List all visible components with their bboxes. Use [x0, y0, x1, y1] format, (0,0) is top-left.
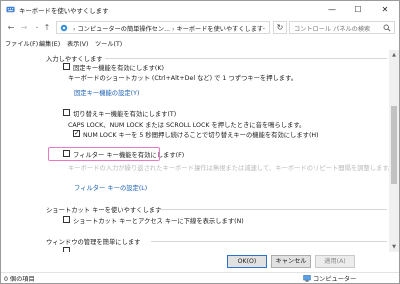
sticky-keys-label[interactable]: 固定キー機能を有効にします(K) — [73, 63, 164, 72]
search-placeholder: コントロール パネルの検索 — [294, 26, 371, 33]
sticky-keys-description: キーボードのショートカット (Ctrl+Alt+Del など) で 1 つずつキ… — [68, 75, 298, 82]
ok-button[interactable]: OK(O) — [227, 255, 267, 268]
chevron-down-icon[interactable]: ⌄ — [262, 25, 266, 31]
back-button[interactable]: ← — [5, 21, 17, 34]
address-field[interactable]: › コンピューターの簡単操作セン... › キーボードを使いやすくします ⌄ — [56, 21, 270, 34]
address-bar: ← → ⌄ ↑ › コンピューターの簡単操作セン... › キーボードを使いやすくしま… — [1, 19, 399, 36]
breadcrumb-separator-icon: › — [73, 26, 76, 33]
toggle-keys-label[interactable]: 切り替えキー機能を有効にします(T) — [73, 109, 176, 118]
section-heading-shortcuts: ショートカット キーを使いやすくします — [46, 207, 162, 214]
refresh-button[interactable]: ↻ — [273, 21, 287, 34]
section-heading-typing: 入力しやすくします — [46, 56, 103, 63]
breadcrumb-item[interactable]: コンピューターの簡単操作セン... — [77, 26, 170, 33]
section-heading-window: ウィンドウの管理を簡単にします — [46, 239, 141, 246]
menu-tools[interactable]: ツール(T) — [95, 39, 122, 48]
search-input[interactable]: コントロール パネルの検索 — [289, 21, 395, 34]
dialog-button-row: OK(O) キャンセル 適用(A) — [1, 253, 399, 272]
maximize-button[interactable]: ☐ — [345, 1, 371, 19]
sticky-keys-settings-link[interactable]: 固定キー機能の設定(Y) — [74, 88, 139, 97]
toggle-keys-description: CAPS LOCK、NUM LOCK または SCROLL LOCK を押したと… — [68, 122, 306, 129]
section-divider — [105, 58, 387, 59]
menu-edit[interactable]: 編集(E) — [39, 39, 60, 48]
item-count: 0 個の項目 — [4, 276, 35, 283]
section-divider — [151, 241, 387, 242]
underline-shortcuts-checkbox[interactable] — [63, 216, 70, 223]
window-option-checkbox[interactable] — [63, 247, 70, 252]
menu-bar: ファイル(F) 編集(E) 表示(V) ツール(T) — [1, 38, 399, 49]
focus-highlight — [48, 147, 160, 161]
close-button[interactable]: ✕ — [372, 1, 398, 19]
scroll-thumb[interactable] — [391, 106, 397, 184]
breadcrumb-item[interactable]: キーボードを使いやすくします — [177, 26, 264, 33]
breadcrumb-separator-icon: › — [172, 26, 175, 33]
scroll-down-icon[interactable]: ▼ — [389, 242, 399, 252]
underline-shortcuts-label[interactable]: ショートカット キーとアクセス キーに下線を表示します(N) — [73, 216, 244, 225]
toggle-keys-checkbox[interactable] — [63, 109, 70, 116]
keyboard-icon — [6, 6, 15, 13]
apply-button[interactable]: 適用(A) — [315, 255, 355, 268]
sticky-keys-checkbox[interactable] — [63, 63, 70, 70]
window-title: キーボードを使いやすくします — [19, 7, 109, 15]
scroll-up-icon[interactable]: ▲ — [389, 50, 399, 60]
breadcrumb: › コンピューターの簡単操作セン... › キーボードを使いやすくします — [71, 24, 263, 33]
status-location: コンピューター — [313, 276, 357, 283]
settings-content: 入力しやすくします 固定キー機能を有効にします(K) キーボードのショートカット… — [1, 50, 389, 252]
cancel-button[interactable]: キャンセル — [271, 255, 311, 268]
menu-file[interactable]: ファイル(F) — [5, 39, 38, 48]
filter-keys-description: キーボードの入力が繰り返されたキーボード操作は無視または減速して、キーボードのリ… — [68, 165, 389, 172]
section-divider — [157, 209, 387, 210]
filter-keys-settings-link[interactable]: フィルター キーの設定(L) — [74, 183, 147, 192]
status-bar: 0 個の項目 コンピューター — [1, 272, 399, 283]
toggle-keys-numlock-label[interactable]: NUM LOCK キーを 5 秒間押し続けることで切り替えキーの機能を有効にしま… — [83, 130, 319, 139]
control-panel-window: キーボードを使いやすくします — ☐ ✕ ← → ⌄ ↑ › コンピューターの簡単… — [0, 0, 400, 284]
menu-view[interactable]: 表示(V) — [67, 39, 88, 48]
vertical-scrollbar[interactable]: ▲ ▼ — [389, 50, 399, 252]
title-bar: キーボードを使いやすくします — ☐ ✕ — [1, 1, 399, 19]
computer-icon — [303, 275, 311, 282]
toggle-keys-numlock-checkbox[interactable] — [73, 129, 80, 137]
search-icon — [383, 24, 391, 32]
forward-button[interactable]: → — [18, 21, 30, 34]
up-button[interactable]: ↑ — [41, 21, 53, 34]
minimize-button[interactable]: — — [319, 1, 345, 19]
control-panel-icon — [60, 24, 68, 32]
